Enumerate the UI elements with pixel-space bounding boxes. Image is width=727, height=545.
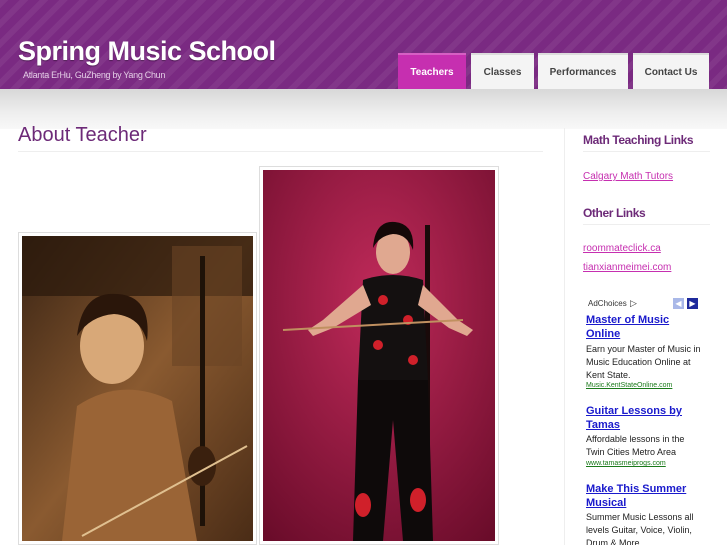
site-header: Spring Music School Atlanta ErHu, GuZhen… xyxy=(0,0,727,89)
adchoices-label[interactable]: AdChoices xyxy=(588,299,627,308)
ad-title[interactable]: Master of Music Online xyxy=(586,313,704,341)
sidebar-heading-rule xyxy=(583,151,710,152)
sidebar-link-tianxianmeimei[interactable]: tianxianmeimei.com xyxy=(583,262,671,273)
sidebar-heading-other-links: Other Links xyxy=(583,206,646,220)
ad-box: AdChoices ▷ ◀ ▶ Master of Music Online E… xyxy=(583,295,710,545)
ad-title[interactable]: Guitar Lessons by Tamas xyxy=(586,404,704,432)
teacher-photo-performance-image xyxy=(263,170,495,541)
sidebar-divider xyxy=(564,128,565,545)
ad-prev-arrow-icon[interactable]: ◀ xyxy=(673,298,684,309)
site-title[interactable]: Spring Music School xyxy=(18,36,276,67)
nav-tab-contact-us[interactable]: Contact Us xyxy=(633,53,709,89)
ad-url[interactable]: Music.KentStateOnline.com xyxy=(586,382,672,389)
ad-title[interactable]: Make This Summer Musical xyxy=(586,482,704,510)
adchoices-icon[interactable]: ▷ xyxy=(630,298,637,309)
title-divider xyxy=(18,151,543,152)
nav-tab-performances[interactable]: Performances xyxy=(538,53,628,89)
ad-text: Earn your Master of Music in Music Educa… xyxy=(586,344,701,380)
sidebar-link-roommateclick[interactable]: roommateclick.ca xyxy=(583,243,661,254)
sidebar-link-calgary-math-tutors[interactable]: Calgary Math Tutors xyxy=(583,171,673,182)
ad-url[interactable]: www.tamasmeiprogs.com xyxy=(586,460,666,467)
nav-tab-classes[interactable]: Classes xyxy=(471,53,534,89)
sidebar-heading-math-links: Math Teaching Links xyxy=(583,133,694,147)
subheader-band xyxy=(0,89,727,129)
sidebar-heading-rule xyxy=(583,224,710,225)
teacher-photo-performance xyxy=(259,166,499,545)
page-title: About Teacher xyxy=(18,124,147,146)
site-tagline: Atlanta ErHu, GuZheng by Yang Chun xyxy=(23,70,166,80)
teacher-photo-sepia-image xyxy=(22,236,253,541)
nav-tab-teachers[interactable]: Teachers xyxy=(398,53,466,89)
teacher-photo-sepia xyxy=(18,232,257,545)
ad-next-arrow-icon[interactable]: ▶ xyxy=(687,298,698,309)
ad-text: Affordable lessons in the Twin Cities Me… xyxy=(586,434,685,457)
ad-text: Summer Music Lessons all levels Guitar, … xyxy=(586,512,694,545)
